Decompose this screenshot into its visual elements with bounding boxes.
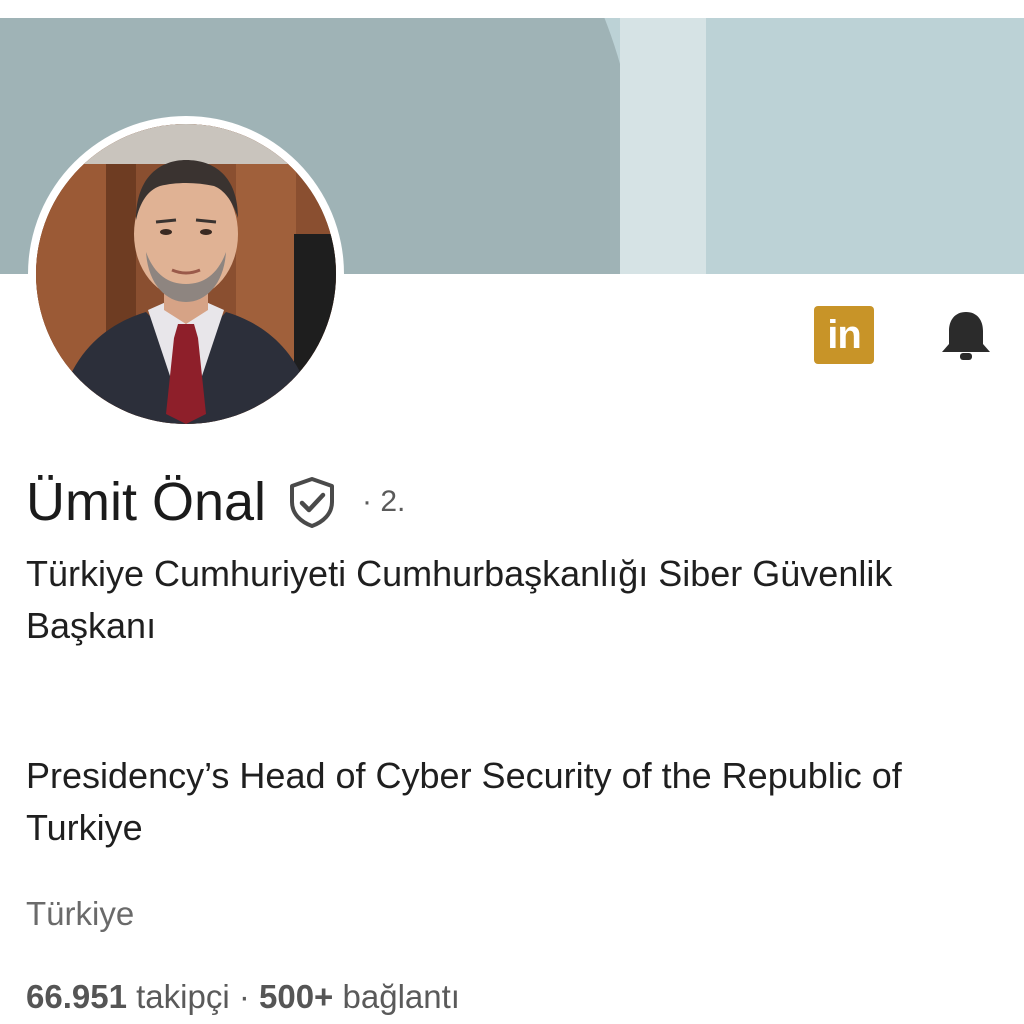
banner-shape-band [620, 18, 706, 274]
banner-shape-right [706, 18, 1024, 274]
connections-label[interactable]: bağlantı [343, 978, 460, 1015]
linkedin-badge-icon[interactable]: in [814, 306, 874, 364]
bell-icon-graphic [942, 312, 990, 360]
avatar-photo [36, 124, 336, 424]
avatar[interactable] [28, 116, 344, 432]
profile-stats: 66.951 takipçi · 500+ bağlantı [26, 974, 460, 1020]
profile-about: Presidency’s Head of Cyber Security of t… [26, 755, 902, 848]
verified-shield-icon[interactable] [288, 476, 336, 528]
stats-separator: · [238, 978, 250, 1015]
profile-location: Türkiye [26, 895, 135, 932]
top-strip [0, 0, 1024, 18]
avatar-illustration [36, 124, 336, 424]
name-row: Ümit Önal · 2. [26, 466, 405, 538]
connection-degree: · 2. [362, 485, 406, 518]
followers-count[interactable]: 66.951 [26, 978, 127, 1015]
profile-headline: Türkiye Cumhuriyeti Cumhurbaşkanlığı Sib… [26, 553, 893, 646]
bell-icon[interactable] [936, 306, 996, 366]
followers-label[interactable]: takipçi [136, 978, 230, 1015]
connections-count[interactable]: 500+ [259, 978, 333, 1015]
profile-name: Ümit Önal [26, 472, 267, 532]
